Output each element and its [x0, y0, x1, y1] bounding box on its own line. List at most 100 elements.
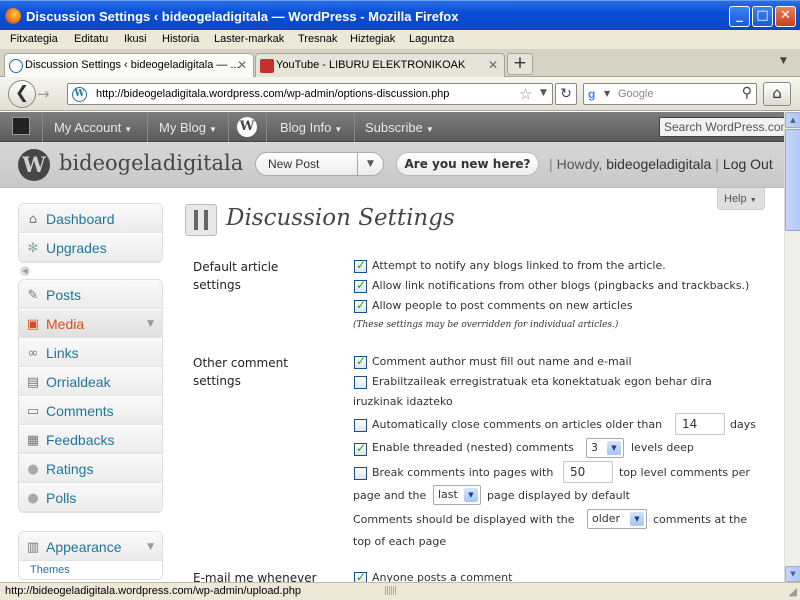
allow-comments-label: Allow people to post comments on new art… [372, 299, 633, 312]
new-post-dropdown[interactable]: New Post ▼ [255, 152, 384, 176]
back-button[interactable]: ❮ [8, 80, 36, 108]
page-and-label: page and the [353, 489, 427, 502]
window-title: Discussion Settings ‹ bideogeladigitala … [26, 9, 459, 24]
sidebar-item-upgrades[interactable]: ✻ Upgrades [19, 233, 162, 262]
sidebar-item-orrialdeak[interactable]: ▤ Orrialdeak [19, 367, 162, 396]
new-here-button[interactable]: Are you new here? [396, 152, 539, 176]
url-text[interactable]: http://bideogeladigitala.wordpress.com/w… [96, 88, 449, 100]
reload-button[interactable]: ↻ [555, 83, 577, 105]
wordpress-favicon-icon [9, 59, 23, 73]
my-blog-menu[interactable]: My Blog ▼ [159, 120, 217, 135]
threaded-comments-label: Enable threaded (nested) comments [372, 441, 574, 454]
divider [147, 112, 148, 142]
chevron-down-icon[interactable]: ▼ [147, 542, 154, 552]
chevron-down-icon[interactable]: ▼ [147, 319, 154, 329]
pin-icon: ✎ [27, 288, 39, 303]
close-window-button[interactable]: ✕ [775, 6, 796, 27]
resize-grip-icon[interactable]: ◢ [789, 585, 797, 598]
allow-comments-checkbox[interactable] [354, 298, 367, 313]
ratings-icon: ● [27, 462, 39, 477]
sidebar-item-links[interactable]: ∞ Links [19, 338, 162, 367]
auto-close-days-input[interactable]: 14 [675, 413, 725, 435]
appearance-icon: ▥ [26, 540, 40, 555]
subscribe-menu[interactable]: Subscribe ▼ [365, 120, 434, 135]
sidebar-item-comments[interactable]: ▭ Comments [19, 396, 162, 425]
tab-discussion-settings[interactable]: Discussion Settings ‹ bideogeladigitala … [4, 53, 254, 78]
thread-depth-select[interactable]: 3 ▼ [586, 438, 624, 458]
default-page-select[interactable]: last ▼ [433, 485, 481, 505]
break-pages-label: Break comments into pages with [372, 466, 554, 479]
howdy-label: Howdy, [556, 156, 603, 172]
comment-order-select[interactable]: older ▼ [587, 509, 647, 529]
menu-ikusi[interactable]: Ikusi [124, 33, 147, 45]
wordpress-logo-icon[interactable]: W [237, 117, 257, 137]
break-pages-checkbox[interactable] [354, 467, 367, 480]
notify-blogs-label: Attempt to notify any blogs linked to fr… [372, 259, 666, 272]
scroll-thumb[interactable] [785, 129, 800, 231]
tab-close-icon[interactable]: ✕ [488, 58, 498, 72]
menu-editatu[interactable]: Editatu [74, 33, 108, 45]
sidebar-item-posts[interactable]: ✎ Posts [19, 280, 162, 309]
tab-list-chevron-icon[interactable]: ▼ [780, 56, 787, 66]
registered-users-checkbox[interactable] [354, 376, 367, 389]
sidebar-item-media[interactable]: ▣ Media ▼ [19, 309, 162, 338]
site-name[interactable]: bideogeladigitala [59, 151, 243, 175]
sidebar-item-dashboard[interactable]: ⌂ Dashboard [19, 204, 162, 233]
collapse-arrow-icon[interactable]: ◀ [20, 266, 30, 276]
wordpress-search-input[interactable]: Search WordPress.com [659, 117, 785, 137]
menu-hiztegiak[interactable]: Hiztegiak [350, 33, 395, 45]
bookmark-star-icon[interactable]: ☆ [519, 85, 532, 103]
new-post-label[interactable]: New Post [268, 157, 319, 171]
sidebar-item-appearance[interactable]: ▥ Appearance ▼ [19, 532, 162, 561]
vertical-scrollbar[interactable]: ▲ ▼ [784, 112, 800, 582]
tab-close-icon[interactable]: ✕ [237, 58, 247, 72]
minimize-button[interactable]: _ [729, 6, 750, 27]
comments-per-page-input[interactable]: 50 [563, 461, 613, 483]
search-engine-dropdown-icon[interactable]: ▼ [604, 89, 610, 98]
menu-tresnak[interactable]: Tresnak [298, 33, 337, 45]
forward-button[interactable]: → [37, 85, 50, 103]
divider [354, 112, 355, 142]
search-placeholder[interactable]: Google [618, 88, 653, 100]
new-tab-button[interactable]: + [507, 53, 533, 75]
wordpress-com-icon[interactable] [12, 117, 30, 135]
menu-laster-markak[interactable]: Laster-markak [214, 33, 284, 45]
tab-youtube[interactable]: YouTube - LIBURU ELEKTRONIKOAK ✕ [255, 53, 505, 77]
howdy-area: | Howdy, bideogeladigitala | Log Out [549, 156, 773, 172]
collapse-menu[interactable]: ◀ [18, 263, 163, 279]
days-label: days [730, 418, 756, 431]
sidebar-item-polls[interactable]: ● Polls [19, 483, 162, 512]
url-bar[interactable]: W http://bideogeladigitala.wordpress.com… [67, 83, 553, 105]
feedback-icon: ▦ [26, 433, 40, 448]
menu-laguntza[interactable]: Laguntza [409, 33, 454, 45]
home-button[interactable]: ⌂ [763, 82, 791, 106]
chevron-down-icon[interactable]: ▼ [357, 153, 383, 175]
scroll-down-icon[interactable]: ▼ [785, 566, 800, 582]
sidebar-subitem-themes[interactable]: Themes [19, 561, 162, 579]
search-icon[interactable]: ⚲ [742, 85, 752, 101]
threaded-comments-checkbox[interactable] [354, 441, 367, 456]
notify-blogs-checkbox[interactable] [354, 258, 367, 273]
levels-deep-label: levels deep [631, 441, 694, 454]
pingbacks-checkbox[interactable] [354, 278, 367, 293]
author-name-checkbox[interactable] [354, 354, 367, 369]
window-titlebar: Discussion Settings ‹ bideogeladigitala … [0, 0, 800, 30]
help-tab[interactable]: Help ▼ [717, 188, 765, 210]
menu-historia[interactable]: Historia [162, 33, 199, 45]
menu-fitxategia[interactable]: Fitxategia [10, 33, 58, 45]
logout-link[interactable]: Log Out [723, 156, 773, 172]
divider [228, 112, 229, 142]
maximize-button[interactable]: □ [752, 6, 773, 27]
blog-info-menu[interactable]: Blog Info ▼ [280, 120, 342, 135]
sidebar-item-ratings[interactable]: ● Ratings [19, 454, 162, 483]
chevron-down-icon: ▼ [607, 441, 621, 455]
sidebar-item-feedbacks[interactable]: ▦ Feedbacks [19, 425, 162, 454]
sidebar-group-content: ✎ Posts ▣ Media ▼ ∞ Links ▤ Orrialdeak ▭… [18, 279, 163, 513]
search-bar[interactable]: g ▼ Google ⚲ [583, 83, 757, 105]
auto-close-checkbox[interactable] [354, 419, 367, 432]
scroll-up-icon[interactable]: ▲ [785, 112, 800, 128]
url-dropdown-icon[interactable]: ▼ [540, 88, 547, 98]
my-account-menu[interactable]: My Account ▼ [54, 120, 132, 135]
user-link[interactable]: bideogeladigitala [606, 156, 711, 172]
google-icon[interactable]: g [588, 87, 603, 102]
